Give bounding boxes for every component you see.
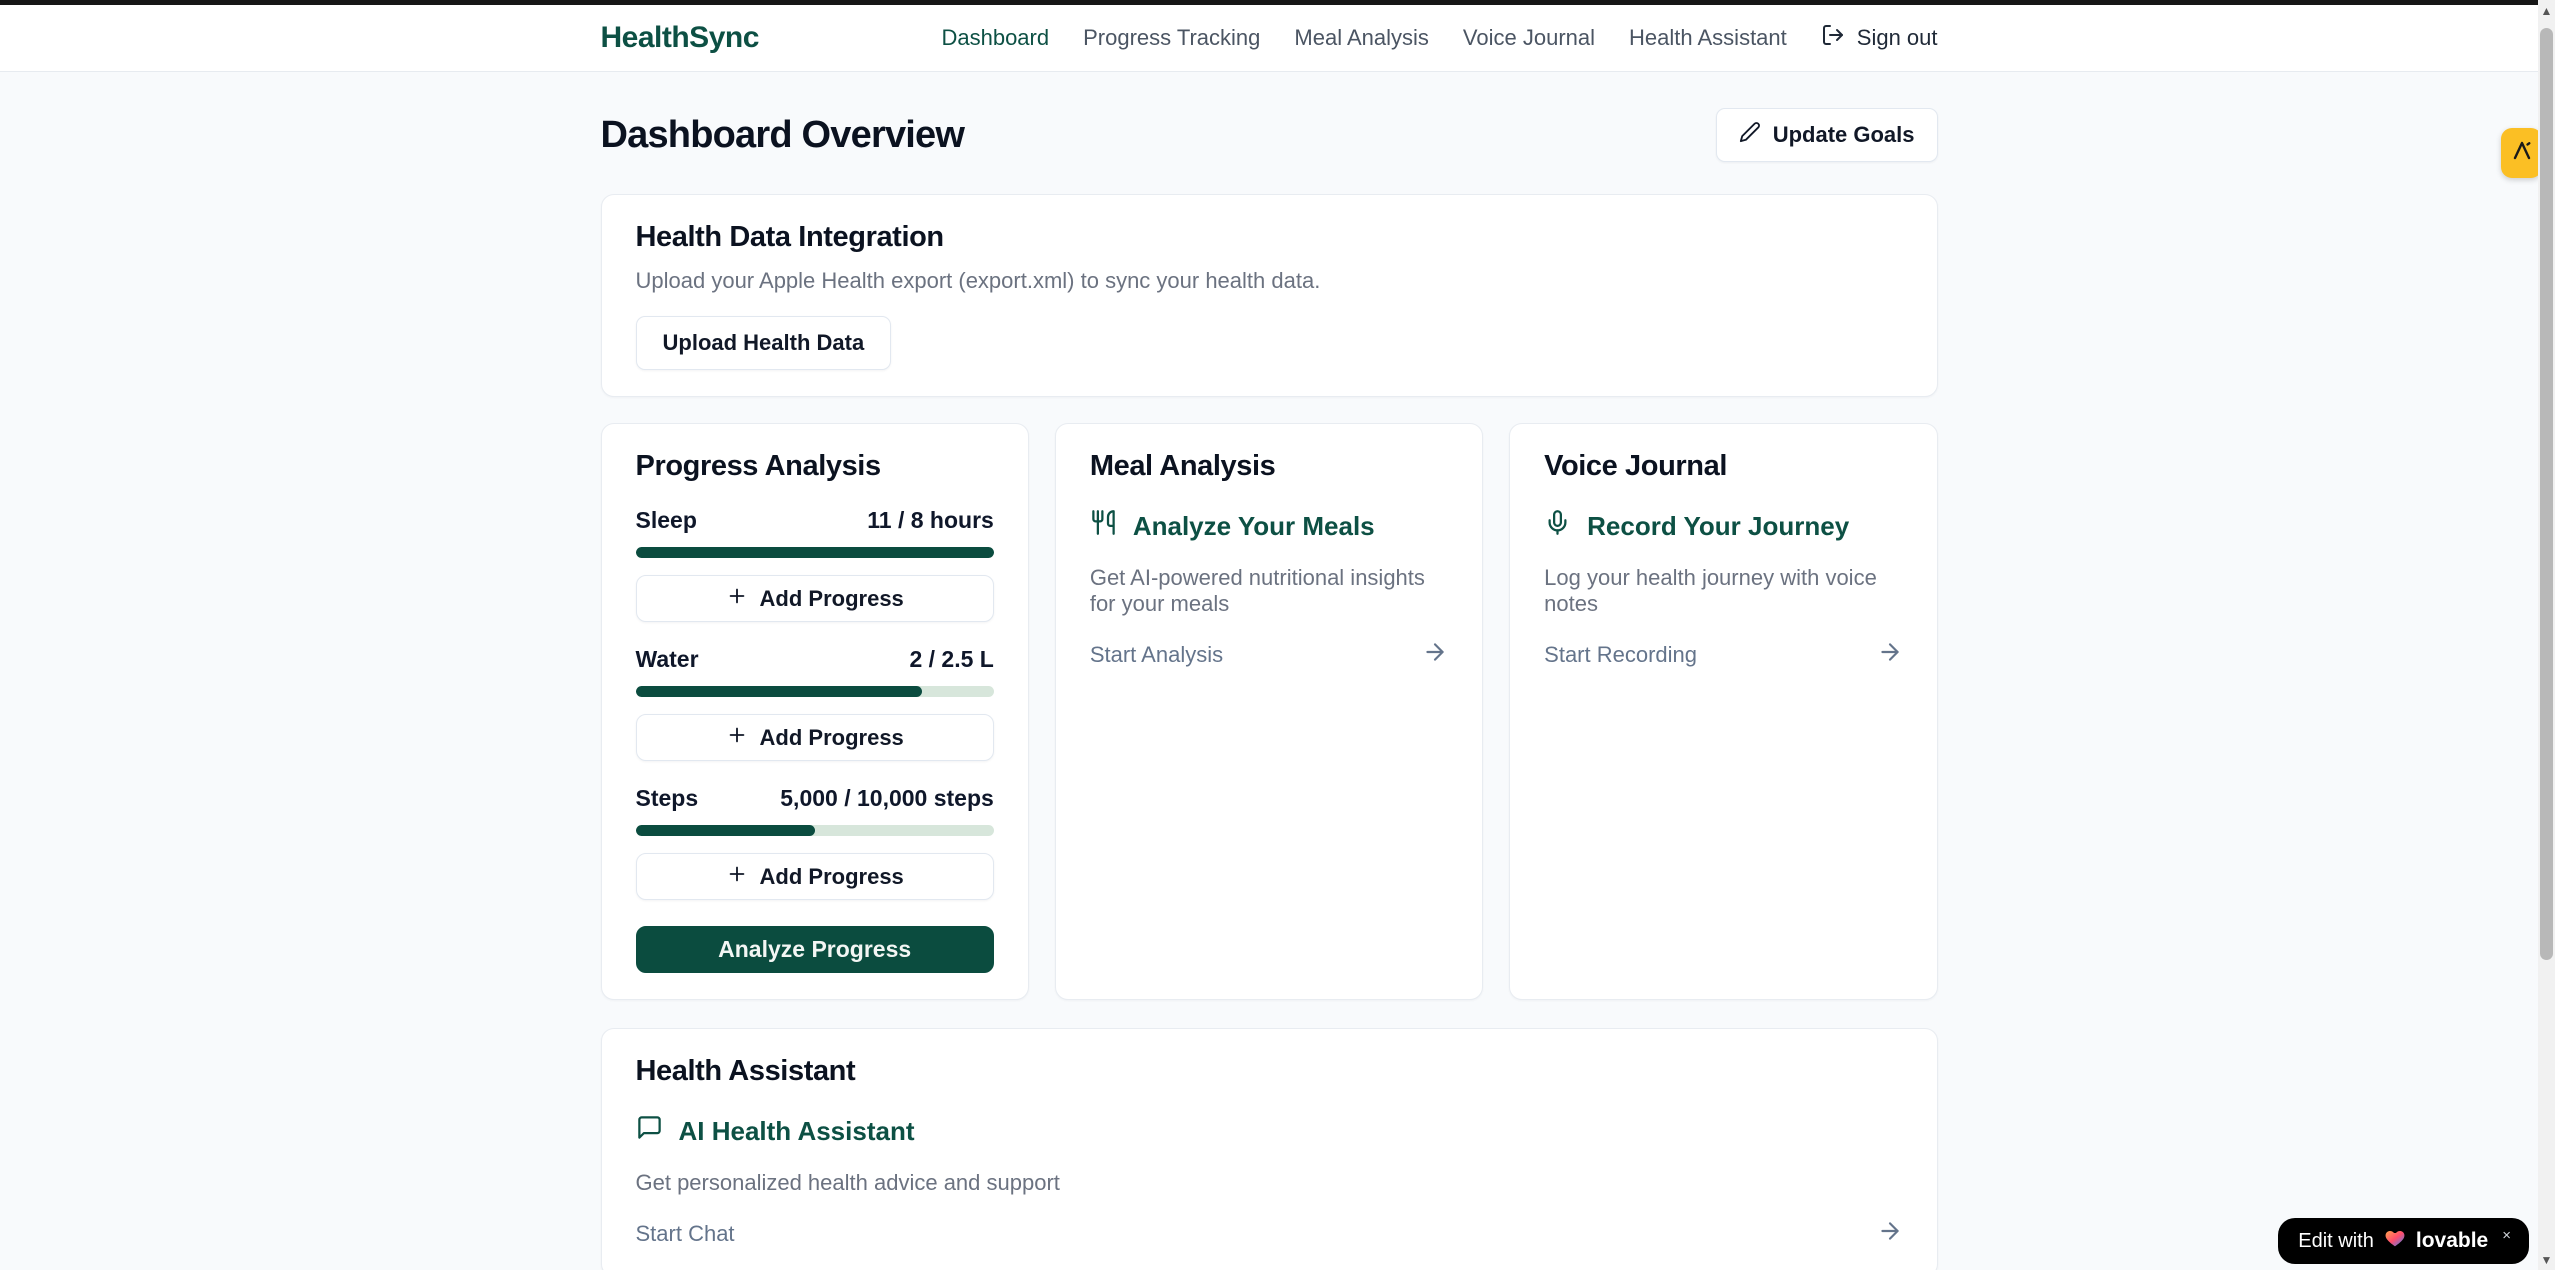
progress-analysis-card: Progress Analysis Sleep 11 / 8 hours Add… <box>601 423 1029 1000</box>
arrow-right-icon <box>1877 1218 1903 1250</box>
add-progress-button-steps[interactable]: Add Progress <box>636 853 994 900</box>
nav-voice-journal[interactable]: Voice Journal <box>1463 25 1595 51</box>
assistant-description: Get personalized health advice and suppo… <box>636 1170 1903 1196</box>
health-assistant-card: Health Assistant AI Health Assistant Get… <box>601 1028 1938 1270</box>
start-analysis-label: Start Analysis <box>1090 642 1223 668</box>
metric-value: 2 / 2.5 L <box>909 646 993 673</box>
metric-value: 5,000 / 10,000 steps <box>780 785 994 812</box>
log-out-icon <box>1821 23 1845 53</box>
metric-label: Water <box>636 646 699 673</box>
integration-title: Health Data Integration <box>636 221 1903 254</box>
nav-health-assistant[interactable]: Health Assistant <box>1629 25 1787 51</box>
voice-journal-card: Voice Journal Record Your Journey Log yo… <box>1509 423 1937 1000</box>
plus-icon <box>726 724 748 752</box>
meal-title: Meal Analysis <box>1090 450 1448 483</box>
edit-with-lovable-badge[interactable]: Edit with lovable × <box>2278 1218 2529 1264</box>
voice-link-label: Record Your Journey <box>1587 511 1849 542</box>
analyze-your-meals-link[interactable]: Analyze Your Meals <box>1090 509 1448 543</box>
nav-dashboard[interactable]: Dashboard <box>941 25 1049 51</box>
scrollbar-up-arrow[interactable]: ▲ <box>2538 2 2555 19</box>
app-header: HealthSync Dashboard Progress Tracking M… <box>0 5 2538 72</box>
edit-with-label: Edit with <box>2298 1230 2374 1253</box>
sign-out-button[interactable]: Sign out <box>1821 23 1938 53</box>
progress-title: Progress Analysis <box>636 450 994 483</box>
metric-value: 11 / 8 hours <box>867 507 994 534</box>
meal-description: Get AI-powered nutritional insights for … <box>1090 565 1448 617</box>
lovable-label: lovable <box>2416 1229 2488 1253</box>
voice-title: Voice Journal <box>1544 450 1902 483</box>
upload-health-data-button[interactable]: Upload Health Data <box>636 316 892 370</box>
health-data-integration-card: Health Data Integration Upload your Appl… <box>601 194 1938 397</box>
page-title: Dashboard Overview <box>601 114 965 157</box>
progress-bar-fill <box>636 547 994 558</box>
plus-icon <box>726 585 748 613</box>
sign-out-label: Sign out <box>1857 25 1938 51</box>
close-icon[interactable]: × <box>2502 1227 2511 1244</box>
nav-meal-analysis[interactable]: Meal Analysis <box>1294 25 1429 51</box>
floating-edit-button[interactable] <box>2501 128 2542 178</box>
pencil-icon <box>1739 121 1761 149</box>
progress-bar-fill <box>636 686 923 697</box>
progress-bar-track <box>636 547 994 558</box>
metric-label: Sleep <box>636 507 697 534</box>
update-goals-label: Update Goals <box>1773 122 1915 148</box>
add-progress-button-sleep[interactable]: Add Progress <box>636 575 994 622</box>
add-progress-label: Add Progress <box>760 725 904 751</box>
progress-bar-track <box>636 686 994 697</box>
arrow-right-icon <box>1422 639 1448 671</box>
voice-description: Log your health journey with voice notes <box>1544 565 1902 617</box>
main-nav: Dashboard Progress Tracking Meal Analysi… <box>941 23 1937 53</box>
ai-health-assistant-link[interactable]: AI Health Assistant <box>636 1114 1903 1148</box>
assistant-title: Health Assistant <box>636 1055 1903 1088</box>
add-progress-label: Add Progress <box>760 864 904 890</box>
chat-bubble-icon <box>636 1114 663 1148</box>
progress-bar-track <box>636 825 994 836</box>
add-progress-label: Add Progress <box>760 586 904 612</box>
utensils-icon <box>1090 509 1117 543</box>
integration-description: Upload your Apple Health export (export.… <box>636 268 1903 294</box>
progress-bar-fill <box>636 825 815 836</box>
record-your-journey-link[interactable]: Record Your Journey <box>1544 509 1902 543</box>
start-recording-button[interactable]: Start Recording <box>1544 639 1902 671</box>
assistant-link-label: AI Health Assistant <box>679 1116 915 1147</box>
start-chat-label: Start Chat <box>636 1221 735 1247</box>
gradient-heart-icon <box>2384 1227 2406 1255</box>
meal-link-label: Analyze Your Meals <box>1133 511 1375 542</box>
vertical-scrollbar[interactable]: ▲ ▼ <box>2538 0 2555 1270</box>
metric-label: Steps <box>636 785 699 812</box>
start-recording-label: Start Recording <box>1544 642 1697 668</box>
nav-progress-tracking[interactable]: Progress Tracking <box>1083 25 1260 51</box>
add-progress-button-water[interactable]: Add Progress <box>636 714 994 761</box>
start-chat-button[interactable]: Start Chat <box>636 1218 1903 1250</box>
plus-icon <box>726 863 748 891</box>
meal-analysis-card: Meal Analysis Analyze Your Meals Get AI-… <box>1055 423 1483 1000</box>
lambda-logo-icon <box>2510 139 2534 168</box>
microphone-icon <box>1544 509 1571 543</box>
brand-logo: HealthSync <box>601 21 759 55</box>
metric-steps: Steps 5,000 / 10,000 steps Add Progress <box>636 785 994 900</box>
metric-water: Water 2 / 2.5 L Add Progress <box>636 646 994 761</box>
scrollbar-thumb[interactable] <box>2540 28 2553 960</box>
update-goals-button[interactable]: Update Goals <box>1716 108 1938 162</box>
scrollbar-down-arrow[interactable]: ▼ <box>2538 1251 2555 1268</box>
start-analysis-button[interactable]: Start Analysis <box>1090 639 1448 671</box>
metric-sleep: Sleep 11 / 8 hours Add Progress <box>636 507 994 622</box>
arrow-right-icon <box>1877 639 1903 671</box>
analyze-progress-button[interactable]: Analyze Progress <box>636 926 994 973</box>
